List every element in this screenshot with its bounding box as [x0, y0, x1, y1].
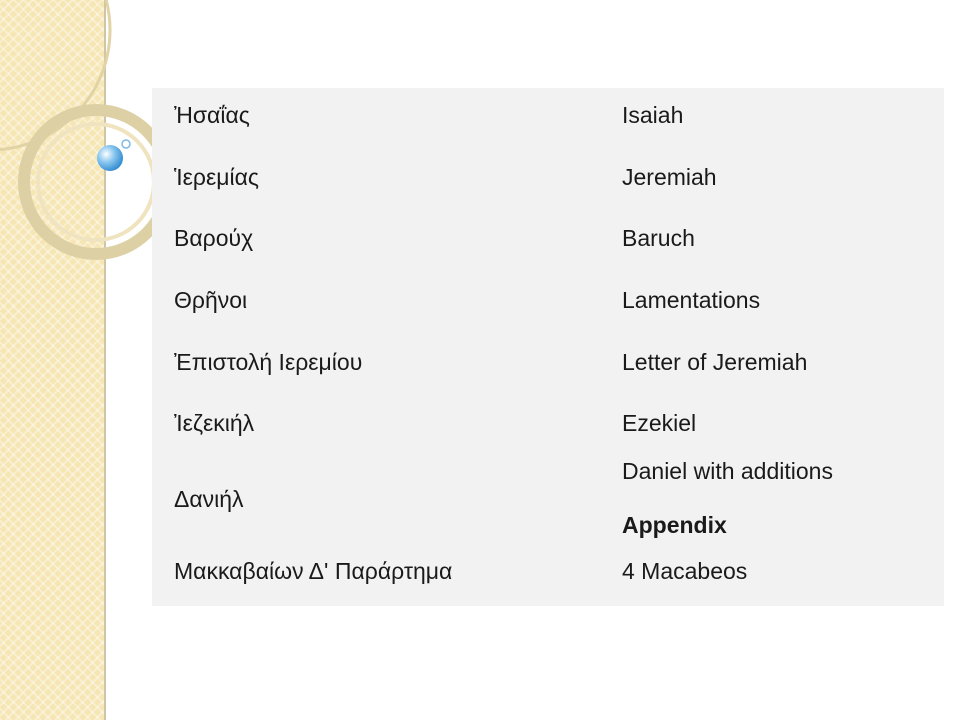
appendix-label: Appendix — [622, 512, 727, 538]
greek-name: Βαρούχ — [174, 225, 254, 251]
english-name: 4 Macabeos — [622, 558, 748, 584]
greek-name: Μακκαβαίων Δ' Παράρτημα — [174, 558, 453, 584]
english-name: Isaiah — [622, 102, 684, 128]
small-bubble-icon — [121, 139, 131, 149]
greek-name: Δανιήλ — [174, 486, 244, 512]
english-name: Ezekiel — [622, 410, 697, 436]
medium-ring — [18, 104, 174, 260]
english-name: Daniel with additions — [622, 458, 833, 484]
inner-ring — [36, 122, 156, 242]
greek-name: Ἱερεμίας — [174, 164, 259, 190]
english-name: Jeremiah — [622, 164, 717, 190]
english-name: Lamentations — [622, 287, 761, 313]
book-table — [152, 88, 944, 606]
greek-name: Θρῆνοι — [174, 287, 248, 313]
greek-name: Ἐπιστολή Ιερεμίου — [174, 349, 363, 375]
greek-name: Ἰεζεκιήλ — [174, 410, 255, 436]
large-bubble-icon — [97, 145, 123, 171]
english-name: Baruch — [622, 225, 695, 251]
english-name: Letter of Jeremiah — [622, 349, 808, 375]
greek-name: Ἠσαΐας — [174, 102, 250, 128]
